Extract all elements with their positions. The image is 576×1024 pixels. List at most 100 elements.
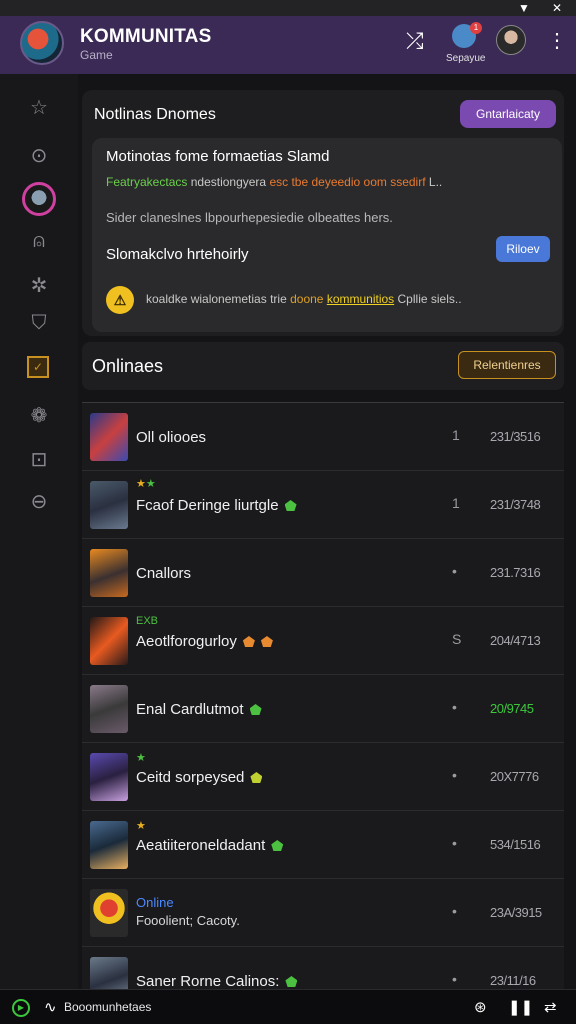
- item-count: •: [452, 767, 457, 783]
- game-thumbnail: [90, 549, 128, 597]
- notifications-panel: Notlinas Dnomes Gntarlaicaty Motinotas f…: [82, 90, 564, 336]
- item-value: 231/3516: [490, 429, 541, 444]
- globe-icon[interactable]: ❁: [24, 400, 54, 430]
- game-thumbnail: [90, 753, 128, 801]
- inbox-icon[interactable]: ✓: [27, 356, 49, 378]
- download-icon[interactable]: ⊙: [24, 140, 54, 170]
- camera-icon[interactable]: ⊡: [24, 444, 54, 474]
- item-count: •: [452, 903, 457, 919]
- online-section-header: Onlinaes Relentienres: [82, 342, 564, 390]
- item-name: Fcaof Deringe liurtgle: [136, 497, 297, 514]
- item-value: 23/11/16: [490, 973, 536, 988]
- app-header: KOMMUNITAS Game ⤮ 1 Sepayue ⋮: [0, 16, 576, 74]
- shield-badge-icon: [271, 840, 284, 851]
- game-thumbnail: [90, 685, 128, 733]
- game-thumbnail: [90, 617, 128, 665]
- item-count: S: [452, 631, 462, 647]
- app-subtitle: Game: [80, 48, 113, 62]
- bottom-bar: ▶ ∿ Booomunhetaes ⊛ ❚❚ ⇄: [0, 989, 576, 1024]
- list-item[interactable]: ★★ Fcaof Deringe liurtgle 1 231/3748: [82, 471, 564, 539]
- item-value: 20/9745: [490, 701, 534, 716]
- list-item[interactable]: ★ Aeatiiteroneldadant • 534/1516: [82, 811, 564, 879]
- online-title: Onlinaes: [92, 356, 164, 376]
- shield-badge-icon: [284, 500, 297, 511]
- search-icon[interactable]: ⊖: [24, 486, 54, 516]
- item-count: •: [452, 835, 457, 851]
- rank-icon: [260, 636, 273, 647]
- user-label: Sepayue: [446, 53, 486, 64]
- bottom-bar-label: Booomunhetaes: [64, 1000, 152, 1014]
- close-icon[interactable]: ✕: [552, 1, 562, 15]
- notification-subheading: Slomakclvo hrtehoirly: [106, 246, 249, 263]
- pause-icon[interactable]: ❚❚: [508, 998, 533, 1016]
- game-thumbnail: [90, 889, 128, 937]
- item-value: 231/3748: [490, 497, 541, 512]
- online-action-button[interactable]: Relentienres: [458, 351, 556, 379]
- item-value: 23A/3915: [490, 905, 542, 920]
- gamepad-icon[interactable]: ⊛: [474, 998, 487, 1016]
- gear-icon[interactable]: ✲: [24, 270, 54, 300]
- app-title: KOMMUNITAS: [80, 26, 212, 47]
- online-status: Online: [136, 895, 174, 910]
- item-name: Aeatiiteroneldadant: [136, 837, 284, 854]
- warning-icon: ⚠: [106, 286, 134, 314]
- notification-badge: 1: [470, 22, 482, 34]
- wifi-icon: ▼: [518, 1, 530, 15]
- item-count: •: [452, 699, 457, 715]
- star-icon[interactable]: ☆: [24, 92, 54, 122]
- online-list: Oll oliooes 1 231/3516 ★★ Fcaof Deringe …: [82, 402, 564, 989]
- item-value: 534/1516: [490, 837, 541, 852]
- list-item[interactable]: Oll oliooes 1 231/3516: [82, 403, 564, 471]
- list-item[interactable]: Saner Rorne Calinos: • 23/11/16: [82, 947, 564, 989]
- item-value: 204/4713: [490, 633, 541, 648]
- item-count: •: [452, 563, 457, 579]
- list-item[interactable]: Enal Cardlutmot • 20/9745: [82, 675, 564, 743]
- sidebar-avatar[interactable]: [22, 182, 56, 216]
- rank-icon: ★: [136, 752, 146, 764]
- play-icon[interactable]: ▶: [12, 999, 30, 1017]
- item-count: •: [452, 971, 457, 987]
- item-name: Oll oliooes: [136, 429, 207, 446]
- notifications-action-button[interactable]: Gntarlaicaty: [460, 100, 556, 128]
- game-thumbnail: [90, 413, 128, 461]
- share-icon[interactable]: ⤮: [406, 28, 424, 54]
- game-thumbnail: [90, 481, 128, 529]
- shield-icon[interactable]: ⛉: [24, 308, 54, 338]
- item-name: Ceitd sorpeysed: [136, 769, 263, 786]
- item-subtitle: Fooolient; Cacoty.: [136, 913, 240, 928]
- notification-line: Featryakectacs ndestiongyera esc tbe dey…: [106, 175, 443, 189]
- shield-badge-icon: [285, 976, 298, 987]
- game-thumbnail: [90, 821, 128, 869]
- more-options-icon[interactable]: ⋮: [547, 28, 567, 53]
- avatar[interactable]: [496, 25, 526, 55]
- list-item[interactable]: ★ Ceitd sorpeysed • 20X7776: [82, 743, 564, 811]
- shield-badge-icon: [250, 772, 263, 783]
- item-name: Aeotlforogurloy: [136, 633, 273, 650]
- list-item[interactable]: Online Fooolient; Cacoty. • 23A/3915: [82, 879, 564, 947]
- list-item[interactable]: EXB Aeotlforogurloy S 204/4713: [82, 607, 564, 675]
- notifications-title: Notlinas Dnomes: [94, 106, 216, 123]
- item-value: 20X7776: [490, 769, 539, 784]
- waveform-icon: ∿: [44, 999, 57, 1016]
- rank-icon: ★: [136, 820, 146, 832]
- notification-description: Sider claneslnes lbpourhepesiedie olbeat…: [106, 210, 393, 225]
- shuffle-icon[interactable]: ⇄: [544, 998, 557, 1016]
- item-value: 231.7316: [490, 565, 541, 580]
- notification-heading: Motinotas fome formaetias Slamd: [106, 148, 330, 165]
- notification-card: Motinotas fome formaetias Slamd Featryak…: [92, 138, 562, 332]
- app-logo[interactable]: [20, 21, 64, 65]
- sidebar: ☆ ⊙ ⍝ ✲ ⛉ ✓ ❁ ⊡ ⊖: [0, 74, 78, 989]
- item-name: Cnallors: [136, 565, 192, 582]
- item-name: Enal Cardlutmot: [136, 701, 262, 718]
- item-count: 1: [452, 427, 460, 443]
- item-tag: EXB: [136, 615, 159, 627]
- footer-link[interactable]: doone: [290, 292, 323, 306]
- item-name: Saner Rorne Calinos:: [136, 973, 298, 989]
- review-button[interactable]: Riloev: [496, 236, 550, 262]
- footer-link[interactable]: kommunitios: [327, 292, 394, 306]
- item-count: 1: [452, 495, 460, 511]
- headset-icon[interactable]: ⍝: [24, 226, 54, 256]
- list-item[interactable]: Cnallors • 231.7316: [82, 539, 564, 607]
- status-bar: ▼ ✕: [0, 0, 576, 16]
- rank-icon: ★★: [136, 478, 156, 490]
